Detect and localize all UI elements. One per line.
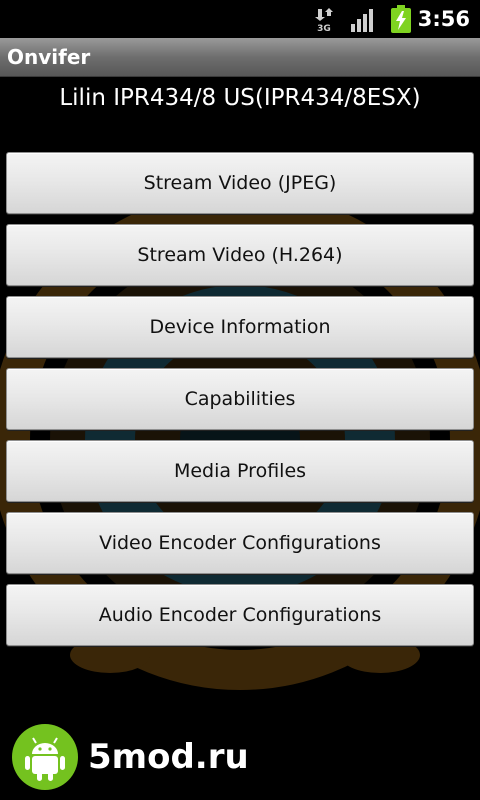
app-title: Onvifer [7, 45, 91, 69]
media-profiles-button[interactable]: Media Profiles [6, 440, 474, 502]
audio-encoder-configurations-button[interactable]: Audio Encoder Configurations [6, 584, 474, 646]
watermark-text: 5mod.ru [88, 737, 249, 777]
capabilities-button[interactable]: Capabilities [6, 368, 474, 430]
signal-strength-icon [351, 9, 373, 32]
stream-video-h264-button[interactable]: Stream Video (H.264) [6, 224, 474, 286]
watermark: 5mod.ru [12, 724, 262, 790]
device-name-heading: Lilin IPR434/8 US(IPR434/8ESX) [59, 85, 421, 111]
android-robot-icon [25, 737, 65, 781]
network-3g-icon: 3G [315, 8, 333, 33]
video-encoder-configurations-button[interactable]: Video Encoder Configurations [6, 512, 474, 574]
action-menu: Stream Video (JPEG) Stream Video (H.264)… [6, 152, 474, 656]
network-label: 3G [317, 24, 331, 33]
stream-video-jpeg-button[interactable]: Stream Video (JPEG) [6, 152, 474, 214]
watermark-badge [12, 724, 78, 790]
status-bar: 3G 3:56 [0, 0, 480, 38]
app-title-bar: Onvifer [0, 38, 480, 77]
device-information-button[interactable]: Device Information [6, 296, 474, 358]
battery-charging-icon [391, 5, 411, 33]
status-clock: 3:56 [417, 7, 470, 31]
